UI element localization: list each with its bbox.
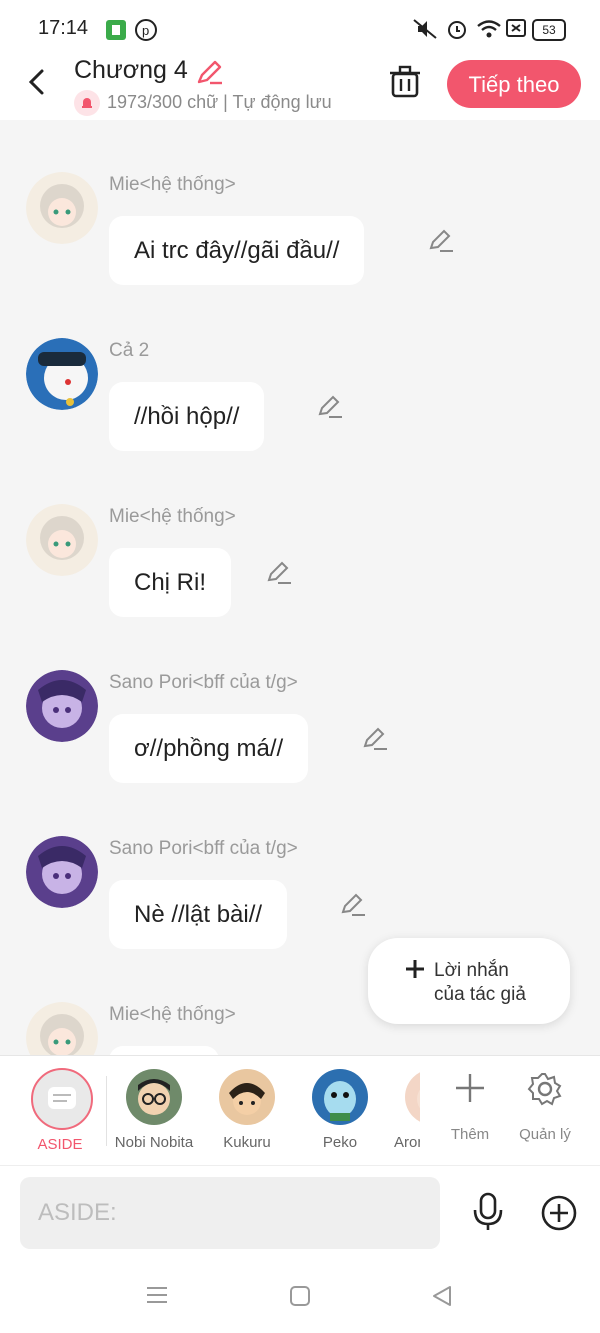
avatar[interactable]	[26, 836, 98, 908]
message-bubble[interactable]	[109, 1046, 219, 1055]
add-character-button[interactable]: Thêm	[435, 1056, 505, 1166]
menu-icon[interactable]	[146, 1285, 168, 1305]
chapter-header: Chương 4 1973/300 chữ | Tự động lưu Tiếp…	[0, 56, 600, 120]
sender-name: Sano Pori<bff của t/g>	[109, 672, 298, 693]
next-button[interactable]: Tiếp theo	[447, 60, 581, 108]
author-note-label: Lời nhắn	[434, 960, 509, 981]
message-bubble[interactable]: Ai trc đây//gãi đầu//	[109, 216, 365, 285]
message-bubble[interactable]: Chị Ri!	[109, 548, 232, 617]
character-kukuru[interactable]: Kukuru	[202, 1056, 292, 1166]
sender-name: Mie<hệ thống>	[109, 174, 236, 195]
avatar[interactable]	[26, 504, 98, 576]
edit-message-icon[interactable]	[362, 726, 388, 752]
aside-icon	[48, 1087, 76, 1109]
edit-message-icon[interactable]	[266, 560, 292, 586]
avatar[interactable]	[26, 1002, 98, 1055]
avatar	[405, 1069, 420, 1125]
aside-label: ASIDE	[37, 1136, 83, 1153]
sender-name: Sano Pori<bff của t/g>	[109, 838, 298, 859]
app-notification-icon	[106, 20, 126, 40]
author-note-button[interactable]: Lời nhắn của tác giả	[368, 938, 570, 1024]
back-icon[interactable]	[431, 1285, 453, 1307]
message-bubble[interactable]: Nè //lật bài//	[109, 880, 288, 949]
edit-message-icon[interactable]	[340, 892, 366, 918]
character-bar: ASIDE Nobi Nobita Kukuru Peko Aron Thêm	[0, 1055, 600, 1166]
edit-title-icon[interactable]	[194, 58, 224, 88]
plus-icon	[456, 1074, 484, 1102]
character-peko[interactable]: Peko	[295, 1056, 385, 1166]
gear-icon	[527, 1073, 562, 1106]
pinterest-icon: p	[135, 19, 157, 41]
composer	[0, 1165, 600, 1258]
chat-area[interactable]: Mie<hệ thống> Ai trc đây//gãi đầu// Cả 2…	[0, 120, 600, 1055]
battery-icon: 53	[532, 19, 566, 41]
status-time: 17:14	[38, 17, 89, 39]
manage-characters-button[interactable]: Quản lý	[510, 1056, 580, 1166]
word-count-text: 1973/300 chữ | Tự động lưu	[107, 92, 332, 112]
aside-avatar[interactable]	[31, 1068, 93, 1130]
avatar[interactable]	[26, 670, 98, 742]
avatar[interactable]	[26, 172, 98, 244]
avatar	[126, 1069, 182, 1125]
edit-message-icon[interactable]	[428, 228, 454, 254]
add-character-label: Thêm	[450, 1126, 490, 1143]
sender-name: Mie<hệ thống>	[109, 506, 236, 527]
avatar	[219, 1069, 275, 1125]
back-arrow-icon[interactable]	[24, 68, 52, 96]
add-circle-icon[interactable]	[540, 1194, 578, 1232]
character-aron[interactable]: Aron	[388, 1056, 420, 1166]
manage-label: Quản lý	[519, 1126, 571, 1143]
status-bar: 17:14 p 53	[0, 0, 600, 56]
author-note-label-2: của tác giả	[434, 984, 526, 1005]
svg-text:p: p	[142, 23, 149, 38]
bell-icon	[74, 90, 100, 116]
plus-icon	[406, 960, 424, 978]
character-nobi-nobita[interactable]: Nobi Nobita	[109, 1056, 199, 1166]
message-bubble[interactable]: ơ//phồng má//	[109, 714, 309, 783]
edit-message-icon[interactable]	[317, 394, 343, 420]
wifi-icon	[477, 20, 501, 38]
message-input[interactable]	[20, 1177, 440, 1249]
sim-icon	[506, 19, 526, 37]
character-name: Peko	[322, 1134, 358, 1151]
microphone-icon[interactable]	[470, 1192, 506, 1232]
chapter-title: Chương 4	[74, 56, 188, 84]
message-bubble[interactable]: //hồi hộp//	[109, 382, 265, 451]
avatar[interactable]	[26, 338, 98, 410]
character-name: Aron	[394, 1134, 420, 1151]
home-icon[interactable]	[289, 1285, 311, 1307]
mute-icon	[413, 19, 437, 39]
system-navigation-bar	[0, 1257, 600, 1333]
alarm-icon	[448, 21, 466, 39]
trash-icon[interactable]	[387, 64, 423, 100]
sender-name: Mie<hệ thống>	[109, 1004, 236, 1025]
sender-name: Cả 2	[109, 340, 150, 361]
avatar	[312, 1069, 368, 1125]
